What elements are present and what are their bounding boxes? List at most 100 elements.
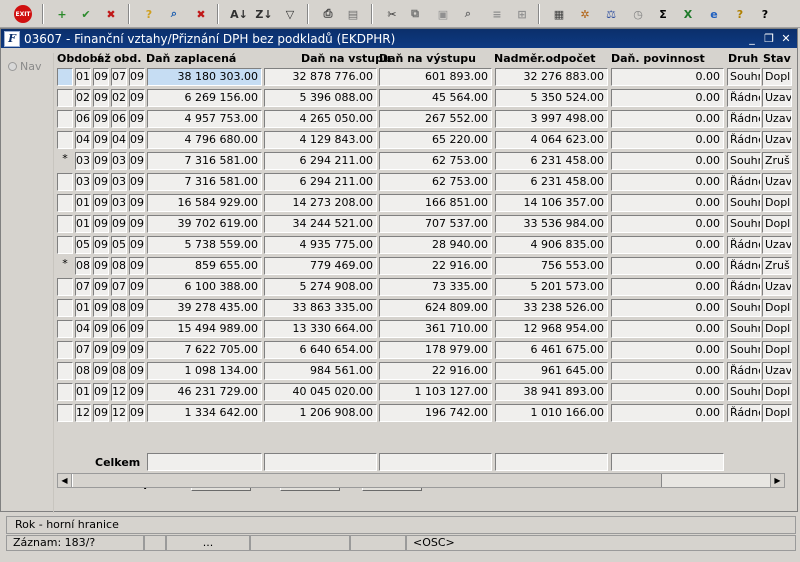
cell-az-mesic[interactable]: 03	[111, 152, 127, 170]
cell-obdobi-mesic[interactable]: 01	[75, 194, 91, 212]
cell-dan-vstup[interactable]: 4 129 843.00	[264, 131, 377, 149]
cell-dan-vystup[interactable]: 196 742.00	[379, 404, 492, 422]
record-marker[interactable]	[57, 404, 73, 422]
table-row[interactable]: 01 09 12 09 46 231 729.00 40 045 020.00 1 103 …	[57, 383, 797, 402]
cell-obdobi-rok[interactable]: 09	[93, 89, 109, 107]
cell-povinnost[interactable]: 0.00	[611, 404, 724, 422]
cell-stav[interactable]: Zruš	[762, 257, 792, 275]
cell-dan-vystup[interactable]: 22 916.00	[379, 257, 492, 275]
cell-obdobi-mesic[interactable]: 01	[75, 215, 91, 233]
cell-nadmer[interactable]: 12 968 954.00	[495, 320, 608, 338]
minimize-icon[interactable]: _	[745, 31, 759, 45]
cell-dan-zaplacena[interactable]: 859 655.00	[147, 257, 262, 275]
cell-dan-zaplacena[interactable]: 38 180 303.00	[147, 68, 262, 86]
cell-obdobi-rok[interactable]: 09	[93, 110, 109, 128]
restore-icon[interactable]: ❐	[762, 31, 776, 45]
cell-az-mesic[interactable]: 09	[111, 341, 127, 359]
table-row[interactable]: 05 09 05 09 5 738 559.00 4 935 775.00 28 940.0…	[57, 236, 797, 255]
cell-druh[interactable]: Řádné	[727, 89, 761, 107]
cell-druh[interactable]: Souhr	[727, 299, 761, 317]
cell-druh[interactable]: Řádné	[727, 173, 761, 191]
cell-nadmer[interactable]: 33 238 526.00	[495, 299, 608, 317]
table-row[interactable]: * 03 09 03 09 7 316 581.00 6 294 211.00 62 753.…	[57, 152, 797, 171]
cell-stav[interactable]: Uzav	[762, 362, 792, 380]
cell-dan-vstup[interactable]: 14 273 208.00	[264, 194, 377, 212]
cell-obdobi-mesic[interactable]: 04	[75, 131, 91, 149]
cell-obdobi-rok[interactable]: 09	[93, 299, 109, 317]
cell-dan-vystup[interactable]: 62 753.00	[379, 173, 492, 191]
cell-povinnost[interactable]: 0.00	[611, 236, 724, 254]
cell-povinnost[interactable]: 0.00	[611, 173, 724, 191]
clock-icon[interactable]: ◷	[627, 3, 649, 25]
record-marker[interactable]	[57, 173, 73, 191]
table-row[interactable]: 01 09 07 09 38 180 303.00 32 878 776.00 601 89…	[57, 68, 797, 87]
cell-stav[interactable]: Uzav	[762, 110, 792, 128]
cell-dan-vstup[interactable]: 4 935 775.00	[264, 236, 377, 254]
cell-povinnost[interactable]: 0.00	[611, 257, 724, 275]
cell-obdobi-mesic[interactable]: 07	[75, 278, 91, 296]
cell-dan-vstup[interactable]: 1 206 908.00	[264, 404, 377, 422]
record-marker[interactable]	[57, 299, 73, 317]
cell-az-rok[interactable]: 09	[129, 341, 145, 359]
cell-az-mesic[interactable]: 06	[111, 110, 127, 128]
cell-povinnost[interactable]: 0.00	[611, 383, 724, 401]
cell-dan-vystup[interactable]: 65 220.00	[379, 131, 492, 149]
cell-dan-zaplacena[interactable]: 16 584 929.00	[147, 194, 262, 212]
cell-stav[interactable]: Uzav	[762, 173, 792, 191]
cell-dan-vystup[interactable]: 601 893.00	[379, 68, 492, 86]
cell-dan-zaplacena[interactable]: 39 702 619.00	[147, 215, 262, 233]
filter-icon[interactable]: ▽	[279, 3, 301, 25]
cell-az-rok[interactable]: 09	[129, 383, 145, 401]
table-row[interactable]: 02 09 02 09 6 269 156.00 5 396 088.00 45 564.0…	[57, 89, 797, 108]
cell-dan-zaplacena[interactable]: 7 316 581.00	[147, 152, 262, 170]
table-row[interactable]: 07 09 07 09 6 100 388.00 5 274 908.00 73 335.0…	[57, 278, 797, 297]
cell-az-mesic[interactable]: 02	[111, 89, 127, 107]
cell-az-mesic[interactable]: 04	[111, 131, 127, 149]
settings-icon[interactable]: ✲	[574, 3, 596, 25]
cell-obdobi-mesic[interactable]: 03	[75, 173, 91, 191]
scroll-right-icon[interactable]: ▶	[770, 474, 784, 487]
cell-nadmer[interactable]: 1 010 166.00	[495, 404, 608, 422]
nav-radio[interactable]: Nav	[8, 60, 41, 73]
browser-icon[interactable]: e	[703, 3, 725, 25]
cell-az-rok[interactable]: 09	[129, 110, 145, 128]
cell-nadmer[interactable]: 6 461 675.00	[495, 341, 608, 359]
cell-dan-vystup[interactable]: 361 710.00	[379, 320, 492, 338]
record-marker[interactable]	[57, 236, 73, 254]
cell-povinnost[interactable]: 0.00	[611, 215, 724, 233]
cell-nadmer[interactable]: 6 231 458.00	[495, 152, 608, 170]
cell-dan-vystup[interactable]: 62 753.00	[379, 152, 492, 170]
cell-obdobi-rok[interactable]: 09	[93, 362, 109, 380]
save-record-icon[interactable]: ✔	[75, 3, 97, 25]
cell-povinnost[interactable]: 0.00	[611, 194, 724, 212]
cell-povinnost[interactable]: 0.00	[611, 362, 724, 380]
printer-setup-icon[interactable]: ▤	[342, 3, 364, 25]
sort-descending-icon[interactable]: Z↓	[253, 3, 275, 25]
cell-stav[interactable]: Uzav	[762, 131, 792, 149]
exit-icon[interactable]: EXIT	[12, 3, 34, 25]
cell-druh[interactable]: Souhr	[727, 215, 761, 233]
cell-obdobi-mesic[interactable]: 08	[75, 257, 91, 275]
cell-dan-zaplacena[interactable]: 5 738 559.00	[147, 236, 262, 254]
scroll-left-icon[interactable]: ◀	[58, 474, 72, 487]
cell-az-mesic[interactable]: 08	[111, 362, 127, 380]
horizontal-scrollbar[interactable]: ◀ ▶	[57, 473, 785, 488]
cell-dan-vstup[interactable]: 6 294 211.00	[264, 173, 377, 191]
cell-dan-vystup[interactable]: 178 979.00	[379, 341, 492, 359]
print-icon[interactable]: ⎙	[317, 3, 339, 25]
cell-dan-vystup[interactable]: 624 809.00	[379, 299, 492, 317]
cell-obdobi-rok[interactable]: 09	[93, 68, 109, 86]
cell-stav[interactable]: Dopl	[762, 194, 792, 212]
cell-dan-vstup[interactable]: 40 045 020.00	[264, 383, 377, 401]
cell-dan-vstup[interactable]: 5 396 088.00	[264, 89, 377, 107]
cell-az-rok[interactable]: 09	[129, 404, 145, 422]
cell-dan-vstup[interactable]: 984 561.00	[264, 362, 377, 380]
cell-obdobi-mesic[interactable]: 05	[75, 236, 91, 254]
cell-stav[interactable]: Dopl	[762, 383, 792, 401]
cell-dan-zaplacena[interactable]: 1 098 134.00	[147, 362, 262, 380]
cell-az-mesic[interactable]: 03	[111, 194, 127, 212]
clipboard-icon[interactable]: ▦	[548, 3, 570, 25]
scales-icon[interactable]: ⚖	[600, 3, 622, 25]
cell-dan-vystup[interactable]: 28 940.00	[379, 236, 492, 254]
table-row[interactable]: 03 09 03 09 7 316 581.00 6 294 211.00 62 753.0…	[57, 173, 797, 192]
